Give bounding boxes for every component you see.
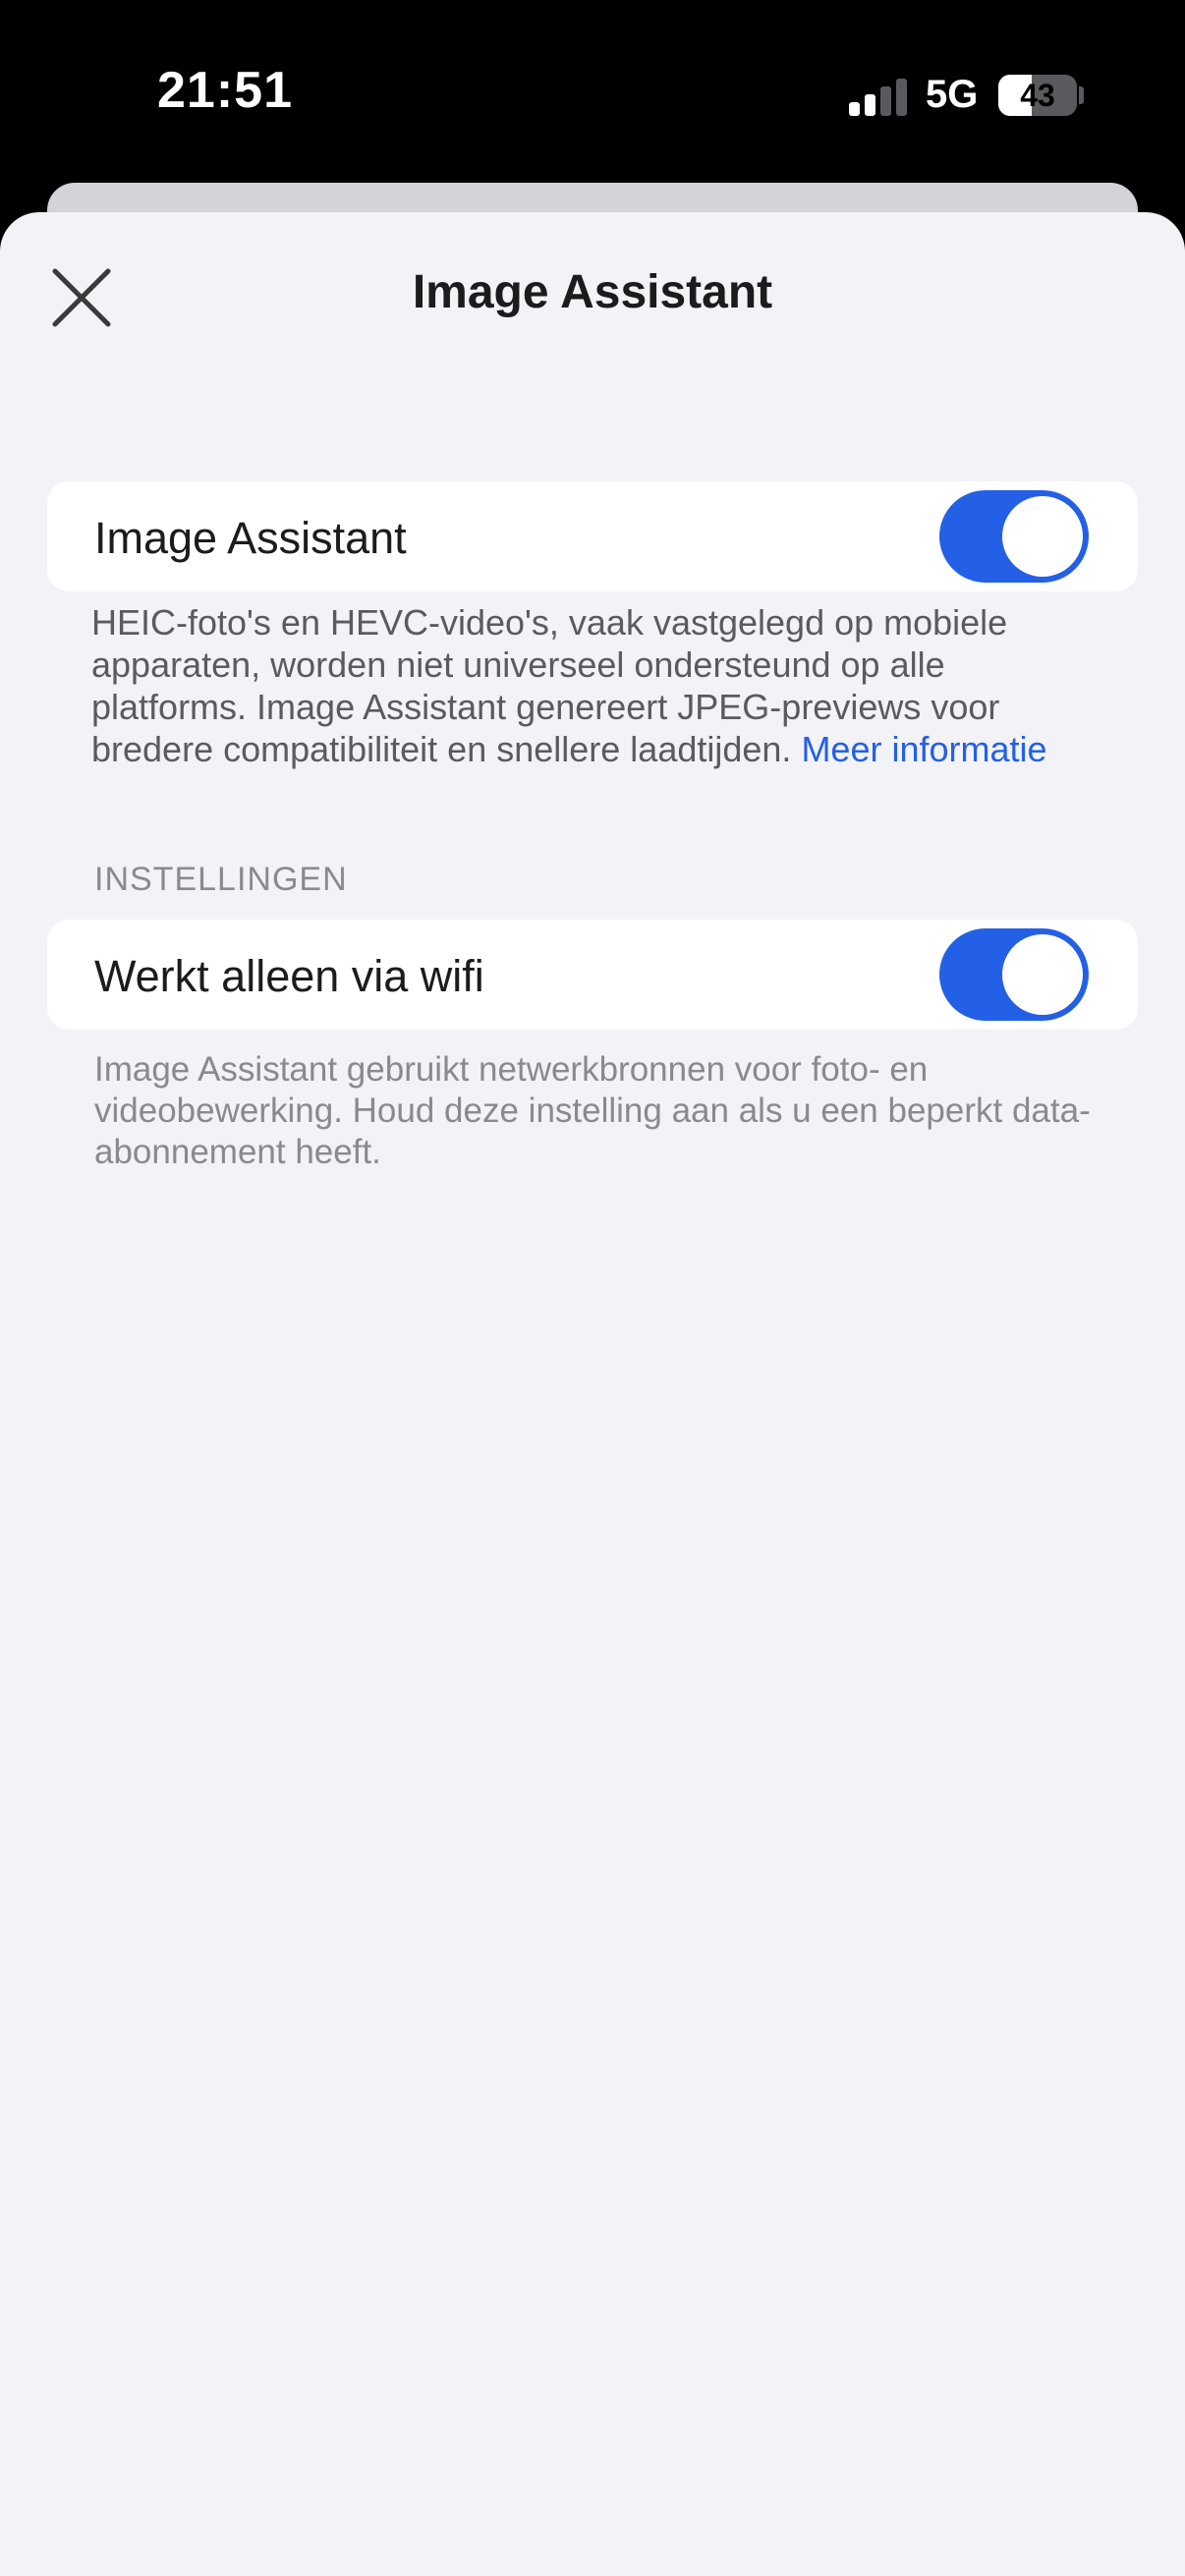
toggle-knob bbox=[1002, 496, 1083, 577]
more-info-link[interactable]: Meer informatie bbox=[801, 729, 1046, 769]
image-assistant-description: HEIC-foto's en HEVC-video's, vaak vastge… bbox=[91, 601, 1103, 770]
battery-percent: 43 bbox=[1020, 78, 1055, 113]
battery-icon: 43 bbox=[998, 75, 1077, 116]
wifi-only-toggle[interactable] bbox=[939, 928, 1089, 1021]
wifi-only-row: Werkt alleen via wifi bbox=[47, 920, 1138, 1030]
page-title: Image Assistant bbox=[412, 266, 773, 318]
image-assistant-label: Image Assistant bbox=[94, 513, 407, 563]
settings-section-header: INSTELLINGEN bbox=[94, 861, 348, 898]
signal-bar bbox=[896, 79, 907, 116]
toggle-knob bbox=[1002, 934, 1083, 1015]
wifi-only-label: Werkt alleen via wifi bbox=[94, 951, 484, 1001]
signal-bar bbox=[849, 102, 860, 116]
signal-bar bbox=[880, 86, 891, 116]
image-assistant-row: Image Assistant bbox=[47, 481, 1138, 591]
status-time: 21:51 bbox=[157, 62, 293, 119]
battery-cap bbox=[1079, 86, 1084, 104]
wifi-only-footer: Image Assistant gebruikt netwerkbronnen … bbox=[94, 1050, 1091, 1171]
signal-bar bbox=[865, 94, 875, 116]
network-type: 5G bbox=[926, 73, 979, 116]
cellular-signal-icon bbox=[849, 79, 908, 116]
status-bar: 21:51 5G 43 bbox=[0, 0, 1185, 187]
image-assistant-toggle[interactable] bbox=[939, 490, 1089, 583]
screen: 21:51 5G 43 Image Assistant Image Assist… bbox=[0, 0, 1185, 2576]
